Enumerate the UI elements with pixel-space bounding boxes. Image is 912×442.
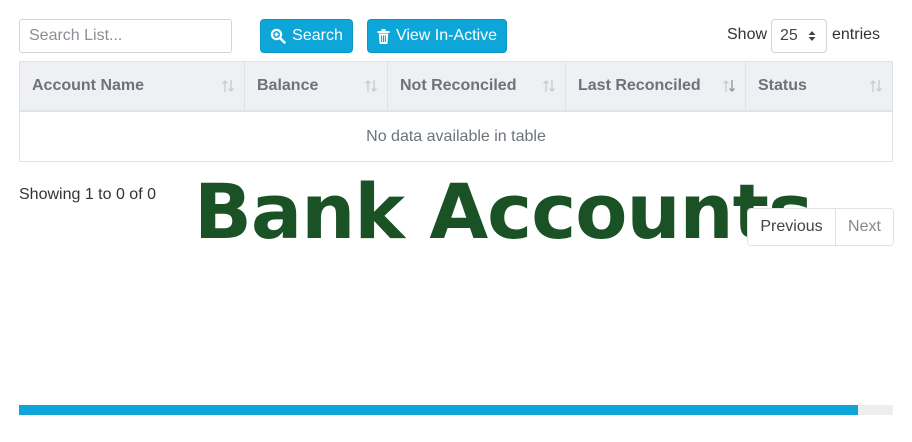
sort-icon [722,79,736,98]
column-header-label: Account Name [32,77,145,94]
page-title-overlay: Bank Accounts [194,167,813,256]
column-header-account-name[interactable]: Account Name [20,62,245,110]
loading-progress-bar [19,405,893,415]
page-size-value: 25 [780,27,798,44]
column-header-last-reconciled[interactable]: Last Reconciled [566,62,746,110]
view-inactive-button[interactable]: View In-Active [367,19,507,53]
next-page-button[interactable]: Next [836,209,893,245]
page-size-select[interactable]: 25 [771,19,827,53]
search-button[interactable]: Search [260,19,353,53]
column-header-label: Not Reconciled [400,77,517,94]
column-header-label: Balance [257,77,319,94]
column-header-label: Last Reconciled [578,77,701,94]
view-inactive-button-label: View In-Active [395,27,498,44]
search-input[interactable] [19,19,232,53]
column-header-balance[interactable]: Balance [245,62,388,110]
entries-label: entries [832,26,881,43]
column-header-status[interactable]: Status [746,62,892,110]
sort-updown-icon [808,29,816,48]
table-header: Account Name Balance Not Reconciled Last… [20,62,892,112]
previous-page-button[interactable]: Previous [748,209,836,245]
sort-icon [221,79,235,98]
accounts-table: Account Name Balance Not Reconciled Last… [19,61,893,162]
column-header-not-reconciled[interactable]: Not Reconciled [388,62,566,110]
column-header-label: Status [758,77,807,94]
pagination: Previous Next [747,208,894,246]
sort-icon [542,79,556,98]
search-button-label: Search [292,27,343,44]
show-label: Show [727,26,768,43]
loading-progress-fill [19,405,859,415]
sort-icon [364,79,378,98]
sort-icon [869,79,883,98]
search-icon [270,28,286,44]
table-info: Showing 1 to 0 of 0 [19,186,156,203]
trash-icon [377,28,390,44]
empty-table-message: No data available in table [366,127,546,145]
